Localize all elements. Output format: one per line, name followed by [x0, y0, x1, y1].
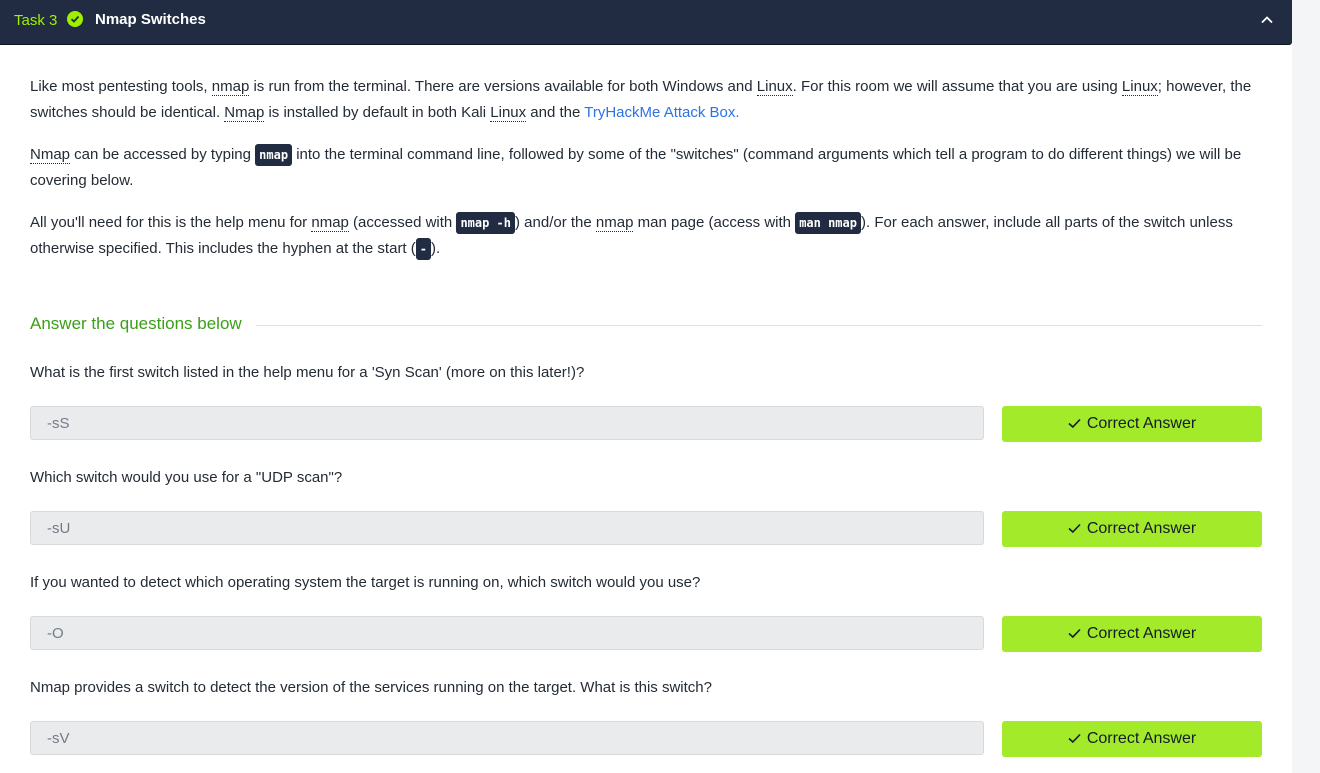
- linux-abbr: Linux: [1121, 78, 1158, 96]
- linux-abbr: Linux: [756, 78, 793, 96]
- answer-field[interactable]: -sS: [30, 406, 984, 440]
- checkmark-icon: [1068, 733, 1081, 744]
- correct-answer-button[interactable]: Correct Answer: [1002, 616, 1262, 652]
- answers-heading: Answer the questions below: [30, 314, 242, 333]
- correct-answer-button[interactable]: Correct Answer: [1002, 406, 1262, 442]
- nmap-abbr: nmap: [311, 214, 349, 232]
- question-text: Which switch would you use for a "UDP sc…: [30, 469, 343, 486]
- inline-code-nmap-h: nmap -h: [456, 212, 516, 234]
- task-panel: Task 3 Nmap Switches Like most pentestin…: [0, 0, 1292, 773]
- answer-field[interactable]: -sU: [30, 511, 984, 545]
- correct-answer-button[interactable]: Correct Answer: [1002, 511, 1262, 547]
- attackbox-link[interactable]: TryHackMe Attack Box.: [584, 104, 739, 121]
- task-title: Nmap Switches: [95, 11, 206, 28]
- intro-paragraph-2: Nmap can be accessed by typing nmap into…: [30, 144, 1242, 189]
- button-label: Correct Answer: [1086, 415, 1197, 432]
- answer-field[interactable]: -sV: [30, 721, 984, 755]
- nmap-abbr: Nmap: [30, 146, 71, 164]
- task-header[interactable]: Task 3 Nmap Switches: [0, 0, 1292, 44]
- inline-code-nmap: nmap: [255, 144, 293, 166]
- intro-paragraph-1: Like most pentesting tools, nmap is run …: [30, 78, 1252, 122]
- button-label: Correct Answer: [1086, 625, 1197, 642]
- nmap-abbr: nmap: [211, 78, 250, 96]
- correct-answer-button[interactable]: Correct Answer: [1002, 721, 1262, 757]
- check-circle-icon: [67, 11, 83, 27]
- task-number-label: Task 3: [14, 12, 58, 29]
- inline-code-man-nmap: man nmap: [795, 212, 861, 234]
- divider: [256, 325, 1262, 326]
- chevron-up-icon[interactable]: [1260, 13, 1274, 32]
- question-text: If you wanted to detect which operating …: [30, 574, 701, 591]
- intro-paragraph-3: All you'll need for this is the help men…: [30, 210, 1262, 262]
- checkmark-icon: [1068, 628, 1081, 639]
- nmap-abbr: nmap: [595, 214, 634, 232]
- question-text: Nmap provides a switch to detect the ver…: [30, 679, 712, 696]
- linux-abbr: Linux: [490, 104, 527, 122]
- checkmark-icon: [1068, 418, 1081, 429]
- inline-code-hyphen: -: [415, 238, 432, 260]
- question-text: What is the first switch listed in the h…: [30, 364, 585, 381]
- button-label: Correct Answer: [1086, 730, 1197, 747]
- checkmark-icon: [1068, 523, 1081, 534]
- answer-field[interactable]: -O: [30, 616, 984, 650]
- task-description: Like most pentesting tools, nmap is run …: [30, 74, 1262, 278]
- nmap-abbr: Nmap: [224, 104, 265, 122]
- button-label: Correct Answer: [1086, 520, 1197, 537]
